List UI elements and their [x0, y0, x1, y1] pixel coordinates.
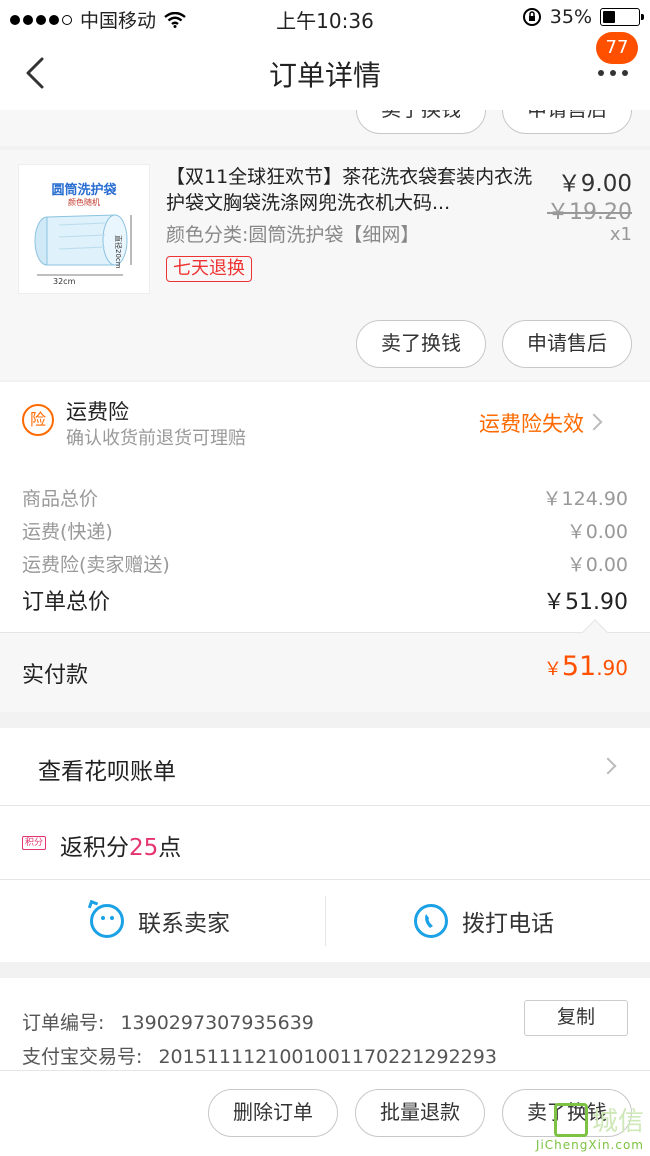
aftersale-button-partial[interactable]: 申请售后 — [502, 110, 632, 134]
divider — [325, 896, 326, 946]
points-value: 25 — [129, 835, 159, 861]
chevron-right-icon — [585, 413, 603, 431]
message-badge: 77 — [596, 32, 638, 64]
amount-paid-label: 实付款 — [22, 663, 89, 688]
chat-icon — [87, 899, 124, 938]
battery-percent: 35% — [549, 6, 592, 28]
page-title: 订单详情 — [268, 59, 381, 92]
product-thumbnail[interactable]: 圆筒洗护袋 颜色随机 32cm 直径20cm — [18, 164, 150, 294]
insurance-title: 运费险 — [66, 400, 129, 424]
points-icon: 积分 — [22, 836, 47, 850]
shipping-insurance-row[interactable]: 险 运费险 确认收货前退货可理赔 运费险失效 — [0, 382, 650, 460]
status-right: 35% — [522, 6, 644, 28]
summary-value: ￥124.90 — [542, 488, 628, 510]
insurance-status[interactable]: 运费险失效 — [479, 408, 584, 438]
summary-row: 商品总价 ￥124.90 — [22, 484, 628, 511]
sell-button-partial[interactable]: 卖了换钱 — [356, 110, 486, 134]
points-prefix: 返积分 — [60, 835, 129, 861]
order-total-label: 订单总价 — [22, 590, 111, 615]
amount-paid-value: ￥51.90 — [544, 651, 628, 682]
more-icon[interactable] — [598, 70, 628, 76]
amount-paid-integer: 51 — [561, 651, 597, 682]
phone-icon — [414, 904, 448, 938]
summary-label: 运费险(卖家赠送) — [22, 554, 170, 576]
amount-paid-decimal: .90 — [596, 656, 628, 680]
alipay-number-line: 支付宝交易号: 2015111121001001170221292293 — [22, 1042, 497, 1069]
insurance-icon: 险 — [22, 404, 54, 436]
alipay-number-value: 2015111121001001170221292293 — [158, 1046, 497, 1068]
delete-order-button[interactable]: 删除订单 — [208, 1089, 338, 1137]
order-number-line: 订单编号: 1390297307935639 — [22, 1008, 314, 1035]
points-suffix: 点 — [158, 835, 182, 861]
copy-button[interactable]: 复制 — [524, 1000, 628, 1036]
product-card[interactable]: 圆筒洗护袋 颜色随机 32cm 直径20cm 【双11全球狂欢节】茶花洗衣袋套装… — [0, 150, 650, 380]
summary-label: 商品总价 — [22, 488, 99, 510]
previous-actions-strip: 卖了换钱 申请售后 — [0, 110, 650, 146]
huabei-bill-row[interactable]: 查看花呗账单 — [0, 728, 650, 806]
summary-value: ￥0.00 — [566, 554, 628, 576]
battery-icon — [600, 8, 644, 26]
order-total-value: ￥51.90 — [543, 590, 628, 615]
summary-label: 运费(快递) — [22, 521, 113, 543]
contact-seller-label: 联系卖家 — [138, 911, 230, 937]
contact-bar: 联系卖家 拨打电话 — [0, 880, 650, 962]
laundry-bag-image — [34, 214, 132, 276]
watermark-text: 城信 — [591, 1107, 644, 1137]
summary-value: ￥0.00 — [566, 521, 628, 543]
watermark-logo-icon — [553, 1102, 588, 1137]
order-number-value: 1390297307935639 — [120, 1012, 314, 1034]
product-original-price: ￥19.20 — [547, 200, 632, 225]
price-summary: 商品总价 ￥124.90 运费(快递) ￥0.00 运费险(卖家赠送) ￥0.0… — [0, 460, 650, 632]
order-number-label: 订单编号: — [22, 1012, 105, 1034]
nav-bar: 订单详情 77 — [0, 32, 650, 110]
product-quantity: x1 — [609, 224, 632, 245]
sell-for-cash-button[interactable]: 卖了换钱 — [356, 320, 486, 368]
batch-refund-button[interactable]: 批量退款 — [355, 1089, 485, 1137]
order-info: 订单编号: 1390297307935639 支付宝交易号: 201511112… — [0, 978, 650, 1070]
alipay-number-label: 支付宝交易号: — [22, 1046, 143, 1068]
contact-seller-button[interactable]: 联系卖家 — [87, 880, 230, 962]
thumbnail-height-label: 直径20cm — [114, 235, 122, 269]
watermark: 城信 JiChengXin.com — [536, 1101, 644, 1152]
order-total-row: 订单总价 ￥51.90 — [22, 584, 628, 616]
insurance-subtitle: 确认收货前退货可理赔 — [66, 428, 246, 449]
product-spec: 颜色分类:圆筒洗护袋【细网】 — [166, 224, 420, 246]
watermark-url: JiChengXin.com — [535, 1138, 644, 1152]
apply-aftersale-button[interactable]: 申请售后 — [502, 320, 632, 368]
amount-paid-row: 实付款 ￥51.90 — [0, 619, 650, 712]
product-title[interactable]: 【双11全球狂欢节】茶花洗衣袋套装内衣洗护袋文胸袋洗涤网兜洗衣机大码... — [166, 164, 536, 216]
status-bar: 中国移动 上午10:36 35% — [0, 0, 650, 36]
rotation-lock-icon — [522, 8, 541, 26]
thumbnail-width-label: 32cm — [53, 277, 76, 286]
amount-paid-currency: ￥ — [543, 659, 562, 680]
huabei-bill-label: 查看花呗账单 — [38, 759, 176, 785]
points-row: 积分 返积分25点 — [0, 806, 650, 880]
call-phone-button[interactable]: 拨打电话 — [414, 880, 554, 962]
return-policy-tag: 七天退换 — [166, 256, 252, 282]
summary-row: 运费险(卖家赠送) ￥0.00 — [22, 550, 628, 577]
call-phone-label: 拨打电话 — [462, 911, 554, 937]
chevron-right-icon — [599, 757, 617, 775]
product-price: ￥9.00 — [557, 171, 632, 197]
points-text: 返积分25点 — [60, 828, 181, 862]
summary-row: 运费(快递) ￥0.00 — [22, 517, 628, 544]
footer-actions: 删除订单 批量退款 卖了换钱 城信 JiChengXin.com — [0, 1070, 650, 1156]
